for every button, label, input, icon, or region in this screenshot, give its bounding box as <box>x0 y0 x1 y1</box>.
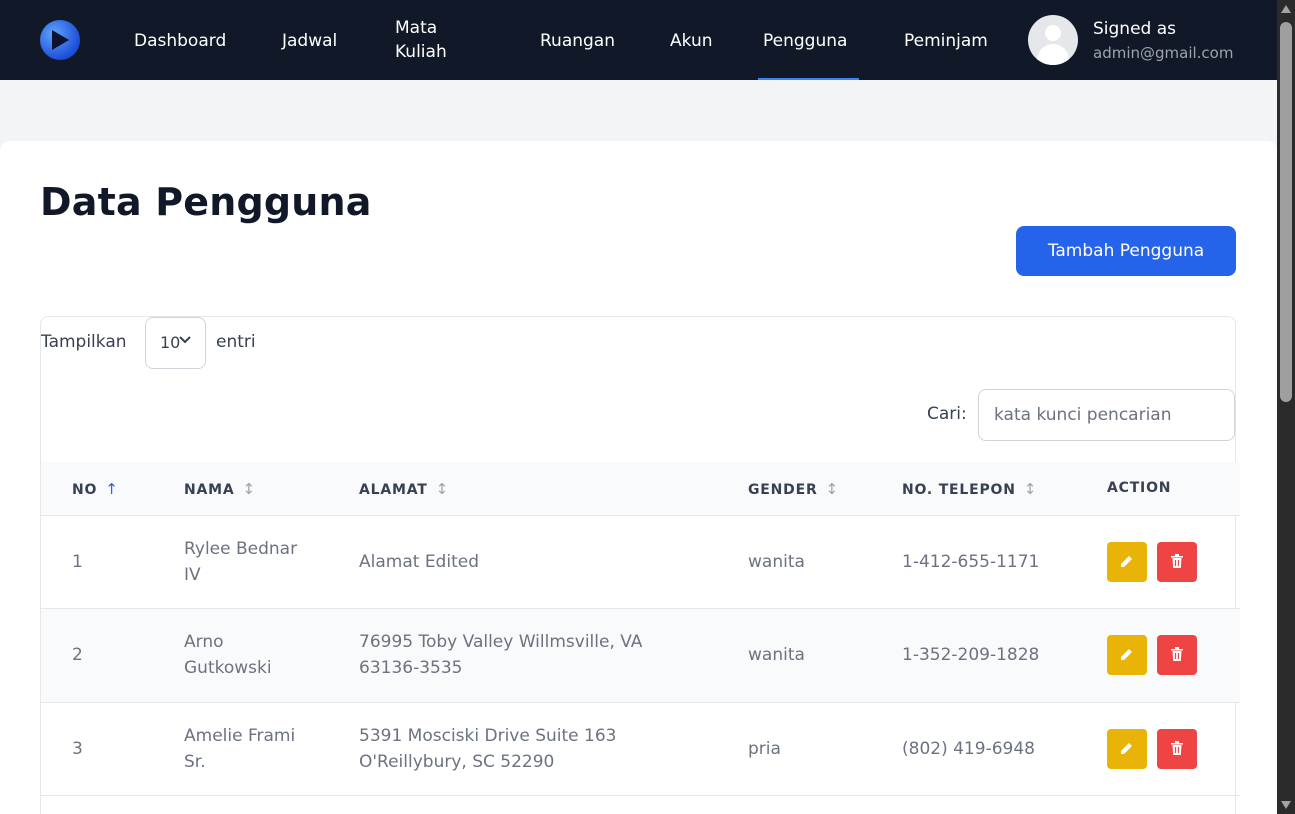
edit-button[interactable] <box>1107 635 1147 675</box>
trash-icon <box>1171 647 1183 661</box>
page-title: Data Pengguna <box>40 180 372 224</box>
column-header-telepon[interactable]: NO. TELEPON ↕ <box>902 480 1037 498</box>
add-user-button[interactable]: Tambah Pengguna <box>1016 226 1236 276</box>
cell-telepon: (802) 419-6948 <box>902 739 1035 759</box>
pencil-icon <box>1121 649 1132 660</box>
trash-icon <box>1171 554 1183 568</box>
cell-nama: Arno Gutkowski <box>184 632 272 678</box>
column-header-label: NAMA <box>184 482 235 498</box>
cell-nama: Rylee Bednar IV <box>184 539 298 585</box>
signed-as-label: Signed as <box>1093 19 1177 39</box>
column-header-label: NO. TELEPON <box>902 482 1016 498</box>
cell-gender: wanita <box>748 552 805 572</box>
delete-button[interactable] <box>1157 635 1197 675</box>
cell-telepon: 1-412-655-1171 <box>902 552 1040 572</box>
active-nav-indicator <box>758 78 859 80</box>
cell-alamat: 5391 Mosciski Drive Suite 163 O'Reillybu… <box>359 726 617 772</box>
nav-item-jadwal[interactable]: Jadwal <box>282 29 337 53</box>
column-header-no[interactable]: NO ↑ <box>72 480 119 498</box>
scroll-down-arrow-icon[interactable] <box>1281 801 1291 809</box>
table-row: 3 Amelie Frami Sr. 5391 Mosciski Drive S… <box>41 703 1240 796</box>
edit-button[interactable] <box>1107 542 1147 582</box>
pencil-icon <box>1121 743 1132 754</box>
column-header-alamat[interactable]: ALAMAT ↕ <box>359 480 449 498</box>
sort-icon: ↕ <box>825 480 839 498</box>
column-header-gender[interactable]: GENDER ↕ <box>748 480 839 498</box>
nav-item-peminjam[interactable]: Peminjam <box>904 29 988 53</box>
cell-gender: pria <box>748 739 781 759</box>
scroll-up-arrow-icon[interactable] <box>1281 5 1291 13</box>
entries-label: entri <box>216 332 256 352</box>
trash-icon <box>1171 741 1183 755</box>
column-header-action: ACTION <box>1107 480 1172 496</box>
cell-telepon: 1-352-209-1828 <box>902 645 1040 665</box>
edit-button[interactable] <box>1107 729 1147 769</box>
cell-no: 2 <box>72 645 83 665</box>
search-input[interactable] <box>978 389 1235 441</box>
column-header-label: NO <box>72 482 98 498</box>
cell-alamat: 76995 Toby Valley Willmsville, VA 63136-… <box>359 632 643 678</box>
table-row: 2 Arno Gutkowski 76995 Toby Valley Willm… <box>41 609 1240 703</box>
column-header-nama[interactable]: NAMA ↕ <box>184 480 256 498</box>
chevron-down-icon <box>178 332 192 350</box>
nav-item-pengguna[interactable]: Pengguna <box>763 29 847 53</box>
signed-user-email: admin@gmail.com <box>1093 44 1234 62</box>
nav-item-akun[interactable]: Akun <box>670 29 713 53</box>
cell-gender: wanita <box>748 645 805 665</box>
user-avatar[interactable] <box>1028 15 1078 65</box>
column-header-label: GENDER <box>748 482 818 498</box>
pencil-icon <box>1121 556 1132 567</box>
entries-per-page-select[interactable]: 10 <box>145 317 206 369</box>
nav-item-mata-kuliah[interactable]: Mata Kuliah <box>395 16 465 64</box>
show-entries-label: Tampilkan <box>41 332 127 352</box>
column-header-label: ALAMAT <box>359 482 428 498</box>
scrollbar-thumb[interactable] <box>1280 22 1292 402</box>
table-row: 1 Rylee Bednar IV Alamat Edited wanita 1… <box>41 516 1240 609</box>
sort-icon: ↕ <box>1023 480 1038 498</box>
nav-item-ruangan[interactable]: Ruangan <box>540 29 615 53</box>
delete-button[interactable] <box>1157 542 1197 582</box>
search-label: Cari: <box>927 404 967 424</box>
table-header: NO ↑ NAMA ↕ ALAMAT ↕ GENDER ↕ NO. TELEPON ↕ A… <box>41 462 1240 516</box>
cell-no: 1 <box>72 552 83 572</box>
sort-icon: ↕ <box>435 480 449 498</box>
cell-no: 3 <box>72 739 83 759</box>
sort-icon: ↕ <box>242 480 256 498</box>
cell-alamat: Alamat Edited <box>359 552 479 572</box>
delete-button[interactable] <box>1157 729 1197 769</box>
cell-nama: Amelie Frami Sr. <box>184 726 296 772</box>
app-logo-icon[interactable] <box>40 20 80 60</box>
nav-item-dashboard[interactable]: Dashboard <box>134 29 226 53</box>
vertical-scrollbar[interactable] <box>1277 0 1295 814</box>
sort-ascending-icon: ↑ <box>105 480 119 498</box>
top-navbar: Dashboard Jadwal Mata Kuliah Ruangan Aku… <box>0 0 1277 80</box>
